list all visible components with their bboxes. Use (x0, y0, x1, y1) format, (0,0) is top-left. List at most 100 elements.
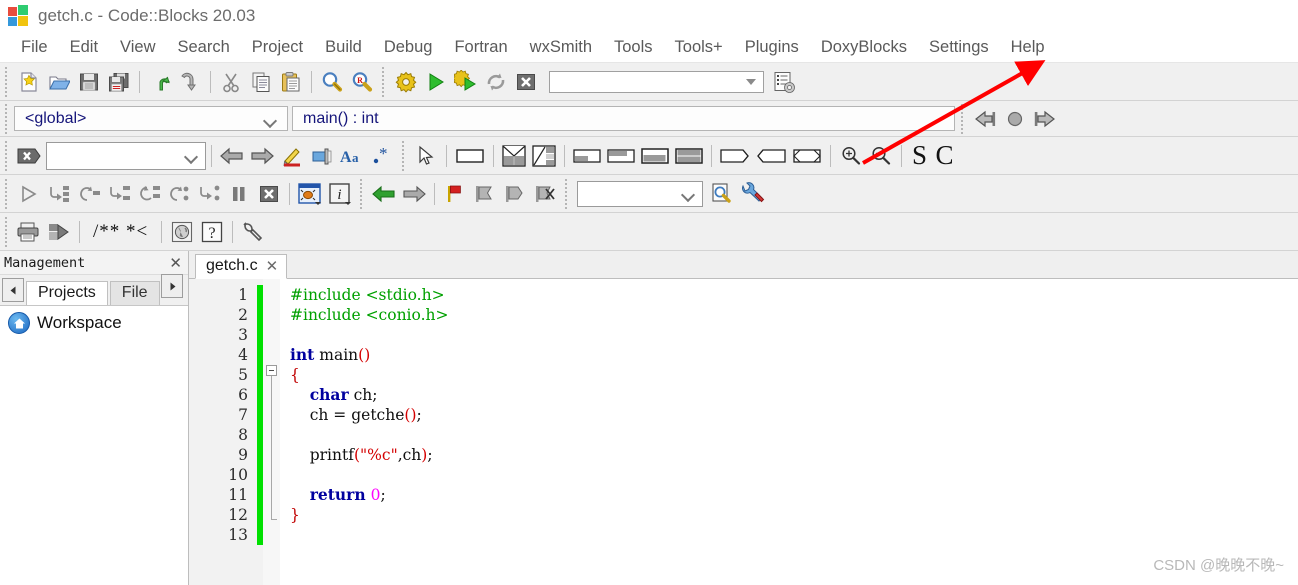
save-all-icon[interactable] (105, 68, 133, 96)
print-icon[interactable] (15, 218, 43, 246)
menu-tools[interactable]: Tools (603, 38, 664, 57)
toolbar-gripper[interactable] (400, 140, 409, 171)
prev-icon[interactable] (370, 180, 398, 208)
build-icon[interactable] (392, 68, 420, 96)
step-into-icon[interactable] (105, 180, 133, 208)
configure-icon[interactable] (738, 180, 766, 208)
debug-continue-icon[interactable] (15, 180, 43, 208)
fill-icon[interactable] (673, 142, 705, 170)
menu-fortran[interactable]: Fortran (443, 38, 518, 57)
undo-icon[interactable] (146, 68, 174, 96)
scope-combo[interactable]: <global> (14, 106, 288, 131)
close-icon[interactable]: ✕ (266, 257, 279, 275)
find-in-files-icon[interactable] (708, 180, 736, 208)
new-file-icon[interactable] (15, 68, 43, 96)
rect-shape-icon[interactable] (453, 142, 487, 170)
align-right-icon[interactable] (639, 142, 671, 170)
wildcard-icon[interactable]: * (368, 142, 396, 170)
pointer-icon[interactable] (412, 142, 440, 170)
rebuild-icon[interactable] (482, 68, 510, 96)
tree-item-workspace[interactable]: Workspace (8, 312, 188, 334)
letter-s-button[interactable]: S (907, 142, 932, 169)
run-to-cursor-icon[interactable] (45, 180, 73, 208)
menu-tools-plus[interactable]: Tools+ (664, 38, 734, 57)
menu-search[interactable]: Search (167, 38, 241, 57)
toolbar-gripper[interactable] (3, 140, 12, 171)
editor-tab-getch-c[interactable]: getch.c ✕ (195, 254, 288, 279)
bookmark-clear-icon[interactable] (531, 180, 559, 208)
menu-build[interactable]: Build (314, 38, 373, 57)
fold-column[interactable] (263, 279, 280, 585)
cut-icon[interactable] (217, 68, 245, 96)
source-code[interactable]: #include <stdio.h> #include <conio.h> int… (280, 279, 1298, 585)
management-tab-projects[interactable]: Projects (26, 281, 108, 305)
fold-collapse-icon[interactable] (266, 365, 277, 376)
menu-file[interactable]: File (10, 38, 59, 57)
open-file-icon[interactable] (45, 68, 73, 96)
world-icon[interactable] (168, 218, 196, 246)
menu-doxyblocks[interactable]: DoxyBlocks (810, 38, 918, 57)
toolbar-gripper[interactable] (3, 103, 12, 134)
step-into-instruction-icon[interactable] (195, 180, 223, 208)
comment-icon[interactable] (278, 142, 306, 170)
block-comment-icon[interactable] (308, 142, 336, 170)
menu-project[interactable]: Project (241, 38, 314, 57)
diagonal-shape-icon[interactable] (530, 142, 558, 170)
doxyblocks-extract-icon[interactable] (15, 142, 43, 170)
step-out-icon[interactable] (135, 180, 163, 208)
paste-icon[interactable] (277, 68, 305, 96)
menu-plugins[interactable]: Plugins (734, 38, 810, 57)
bookmark-prev-icon[interactable] (471, 180, 499, 208)
menu-settings[interactable]: Settings (918, 38, 1000, 57)
menu-wxsmith[interactable]: wxSmith (519, 38, 603, 57)
debugger-search-input[interactable] (577, 180, 703, 207)
abort-icon[interactable] (512, 68, 540, 96)
stop-debugger-icon[interactable] (255, 180, 283, 208)
menu-debug[interactable]: Debug (373, 38, 444, 57)
forward-icon[interactable] (248, 142, 276, 170)
scroll-left-icon[interactable] (2, 278, 24, 302)
management-tab-files[interactable]: File (109, 281, 160, 305)
next-instruction-icon[interactable] (165, 180, 193, 208)
wrench-icon[interactable] (239, 218, 267, 246)
next-line-icon[interactable] (75, 180, 103, 208)
align-top-icon[interactable] (571, 142, 603, 170)
various-info-icon[interactable]: i (326, 180, 354, 208)
bookmark-next-icon[interactable] (501, 180, 529, 208)
debugging-windows-icon[interactable] (296, 180, 324, 208)
toolbar-gripper[interactable] (3, 66, 12, 97)
toolbar-gripper[interactable] (959, 103, 968, 134)
toolbar-gripper[interactable] (563, 178, 572, 209)
doxy-search-input[interactable] (46, 141, 206, 170)
menu-help[interactable]: Help (1000, 38, 1056, 57)
help-icon[interactable]: ? (198, 218, 226, 246)
menu-view[interactable]: View (109, 38, 166, 57)
copy-icon[interactable] (247, 68, 275, 96)
next-icon[interactable] (400, 180, 428, 208)
jump-back-icon[interactable] (970, 105, 1000, 133)
hexagon-shape-icon[interactable] (790, 142, 824, 170)
code-area[interactable]: 1 2 3 4 5 6 7 8 9 10 11 12 13 #include <stdio.h> #inc… (189, 279, 1298, 585)
align-left-icon[interactable] (605, 142, 637, 170)
run-icon[interactable] (422, 68, 450, 96)
scroll-right-icon[interactable] (161, 274, 183, 298)
break-debugger-icon[interactable] (225, 180, 253, 208)
save-icon[interactable] (75, 68, 103, 96)
goto-icon[interactable] (45, 218, 73, 246)
arrow-right-shape-icon[interactable] (718, 142, 752, 170)
toolbar-gripper[interactable] (380, 66, 389, 97)
zoom-out-icon[interactable] (867, 142, 895, 170)
doxygen-comment-icon[interactable]: /** *< (85, 221, 156, 243)
toolbar-gripper[interactable] (3, 178, 12, 209)
select-target-icon[interactable] (770, 68, 798, 96)
redo-icon[interactable] (176, 68, 204, 96)
back-icon[interactable] (218, 142, 246, 170)
zoom-in-icon[interactable] (837, 142, 865, 170)
build-target-combo[interactable] (549, 70, 764, 93)
menu-edit[interactable]: Edit (59, 38, 109, 57)
toolbar-gripper[interactable] (358, 178, 367, 209)
stop-navigation-icon[interactable] (1000, 105, 1030, 133)
split-quad-icon[interactable] (500, 142, 528, 170)
toolbar-gripper[interactable] (3, 216, 12, 247)
letter-c-button[interactable]: C (932, 142, 957, 169)
